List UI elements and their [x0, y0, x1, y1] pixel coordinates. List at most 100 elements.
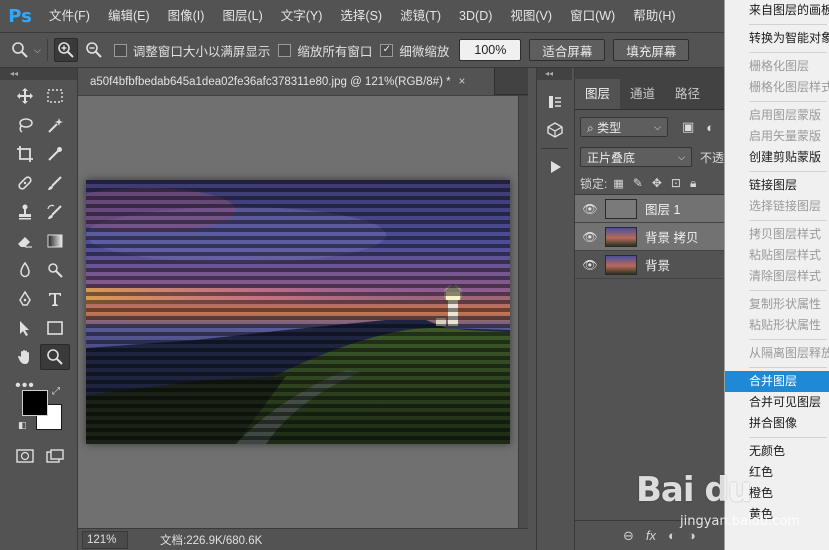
menu-item[interactable]: 编辑(E) [99, 0, 159, 32]
zoom-all-checkbox[interactable]: 缩放所有窗口 [278, 41, 372, 60]
panel-collapse-icon[interactable]: ◂◂ [0, 68, 77, 80]
panel-tab[interactable]: 图层 [575, 79, 621, 109]
context-menu-item[interactable]: 橙色 [725, 483, 829, 504]
checkbox-box[interactable] [278, 43, 292, 57]
image-filter-icon[interactable]: ▣ [682, 119, 694, 135]
layer-row[interactable]: 👁︎ 背景 拷贝 [575, 223, 725, 251]
blend-mode-select[interactable]: 正片叠底 ⌵ [580, 147, 692, 167]
marquee-tool-icon[interactable] [40, 83, 70, 109]
crop-tool-icon[interactable] [10, 141, 40, 167]
vertical-scrollbar[interactable] [518, 96, 528, 528]
path-selection-icon[interactable] [10, 315, 40, 341]
document-tab[interactable]: a50f4bfbfbedab645a1dea02fe36afc378311e80… [78, 68, 495, 95]
layer-name[interactable]: 背景 拷贝 [645, 227, 698, 246]
layer-row[interactable]: 👁︎ 图层 1 [575, 195, 725, 223]
fit-screen-button[interactable]: 适合屏幕 [529, 39, 606, 61]
visibility-eye-icon[interactable]: 👁︎ [575, 258, 605, 272]
lock-pixels-icon[interactable]: ✎ [633, 176, 643, 190]
canvas-area[interactable] [78, 96, 518, 528]
screen-mode-icon[interactable] [40, 443, 70, 469]
scrubby-zoom-checkbox[interactable]: ✓ 细微缩放 [380, 41, 449, 60]
quick-mask-icon[interactable] [10, 443, 40, 469]
context-menu-item[interactable]: 黄色 [725, 504, 829, 525]
menu-item[interactable]: 视图(V) [501, 0, 561, 32]
gradient-tool-icon[interactable] [40, 228, 70, 254]
context-menu-item[interactable]: 合并图层 [725, 371, 829, 392]
panel-tab[interactable]: 通道 [620, 79, 665, 109]
visibility-eye-icon[interactable]: 👁︎ [575, 230, 605, 244]
context-menu: 来自图层的画板... 转换为智能对象栅格化图层栅格化图层样式启用图层蒙版启用矢量蒙… [724, 0, 829, 550]
healing-brush-icon[interactable] [10, 170, 40, 196]
menu-item[interactable]: 选择(S) [331, 0, 391, 32]
lock-transparency-icon[interactable]: ▦ [613, 177, 623, 190]
lasso-tool-icon[interactable] [10, 112, 40, 138]
history-brush-icon[interactable] [40, 199, 70, 225]
swap-colors-icon[interactable]: ⤢ [52, 386, 60, 397]
checkbox-box[interactable] [113, 43, 127, 57]
context-menu-item[interactable]: 来自图层的画板... [725, 0, 829, 21]
resize-windows-checkbox[interactable]: 调整窗口大小以满屏显示 [113, 41, 270, 60]
hand-tool-icon[interactable] [10, 344, 40, 370]
menu-item[interactable]: 3D(D) [450, 0, 501, 32]
menu-item[interactable]: 帮助(H) [624, 0, 684, 32]
menu-item[interactable]: 文件(F) [40, 0, 99, 32]
close-tab-icon[interactable]: × [459, 76, 466, 88]
document-title: a50f4bfbfbedab645a1dea02fe36afc378311e80… [90, 75, 451, 88]
dock-collapse-icon[interactable]: ◂◂ [537, 68, 572, 80]
link-layers-icon[interactable]: ⊖ [623, 528, 634, 544]
layer-row[interactable]: 👁︎ 背景 [575, 251, 725, 279]
lock-all-icon[interactable]: 🔒︎ [690, 176, 696, 191]
menu-item[interactable]: 滤镜(T) [391, 0, 450, 32]
visibility-eye-icon[interactable]: 👁︎ [575, 202, 605, 216]
fx-icon[interactable]: fx [646, 528, 656, 543]
checkbox-checked[interactable]: ✓ [380, 43, 394, 57]
zoom-level-field[interactable]: 121% [82, 530, 128, 549]
context-menu-item[interactable]: 合并可见图层 [725, 392, 829, 413]
document-image[interactable] [86, 180, 510, 444]
menu-item[interactable]: 窗口(W) [561, 0, 624, 32]
zoom-in-icon[interactable] [53, 38, 78, 62]
magic-wand-icon[interactable] [40, 112, 70, 138]
rectangle-tool-icon[interactable] [40, 315, 70, 341]
adjustment-filter-icon[interactable]: ◐ [706, 120, 714, 135]
layer-name[interactable]: 背景 [645, 255, 670, 274]
lock-position-icon[interactable]: ✥ [652, 176, 662, 190]
pen-tool-icon[interactable] [10, 286, 40, 312]
adjustment-layer-icon[interactable]: ◑ [688, 528, 696, 543]
zoom-out-icon[interactable] [82, 38, 106, 62]
layers-panel: 图层 通道 路径 ⌕ 类型 ⌵ ▣ ◐ 正片叠底 ⌵ 不透 锁定: ▦ ✎ ✥ ⊡ … [574, 68, 725, 550]
move-tool-icon[interactable] [10, 83, 40, 109]
actions-play-icon[interactable] [537, 153, 573, 181]
zoom-value-field[interactable]: 100% [459, 39, 522, 61]
eyedropper-icon[interactable] [40, 141, 70, 167]
clone-stamp-icon[interactable] [10, 199, 40, 225]
document-size-info[interactable]: 文档:226.9K/680.6K [160, 532, 262, 548]
panel-tab[interactable]: 路径 [665, 79, 710, 109]
menu-item[interactable]: 图层(L) [213, 0, 271, 32]
3d-panel-icon[interactable] [537, 116, 573, 144]
history-panel-icon[interactable] [537, 88, 573, 116]
menu-item[interactable]: 图像(I) [159, 0, 214, 32]
context-menu-item[interactable]: 红色 [725, 462, 829, 483]
chevron-down-icon[interactable]: ⌵ [34, 45, 41, 56]
dodge-tool-icon[interactable] [40, 257, 70, 283]
eraser-tool-icon[interactable] [10, 228, 40, 254]
type-tool-icon[interactable] [40, 286, 70, 312]
zoom-tool-preset-icon[interactable] [8, 38, 32, 62]
context-menu-item[interactable]: 无颜色 [725, 441, 829, 462]
blur-tool-icon[interactable] [10, 257, 40, 283]
context-menu-item[interactable]: 拼合图像 [725, 413, 829, 434]
zoom-tool-icon[interactable] [40, 344, 70, 370]
add-mask-icon[interactable]: ◐ [668, 528, 676, 543]
brush-tool-icon[interactable] [40, 170, 70, 196]
layer-name[interactable]: 图层 1 [645, 199, 680, 218]
context-menu-item[interactable]: 链接图层 [725, 175, 829, 196]
foreground-color-swatch[interactable] [22, 390, 48, 416]
default-colors-icon[interactable]: ◧ [18, 420, 27, 431]
menu-item[interactable]: 文字(Y) [272, 0, 332, 32]
filter-kind-select[interactable]: ⌕ 类型 ⌵ [580, 117, 668, 137]
context-menu-item[interactable]: 创建剪贴蒙版 [725, 147, 829, 168]
context-menu-item[interactable]: 转换为智能对象 [725, 28, 829, 49]
lock-artboard-icon[interactable]: ⊡ [671, 176, 681, 190]
fill-screen-button[interactable]: 填充屏幕 [613, 39, 690, 61]
